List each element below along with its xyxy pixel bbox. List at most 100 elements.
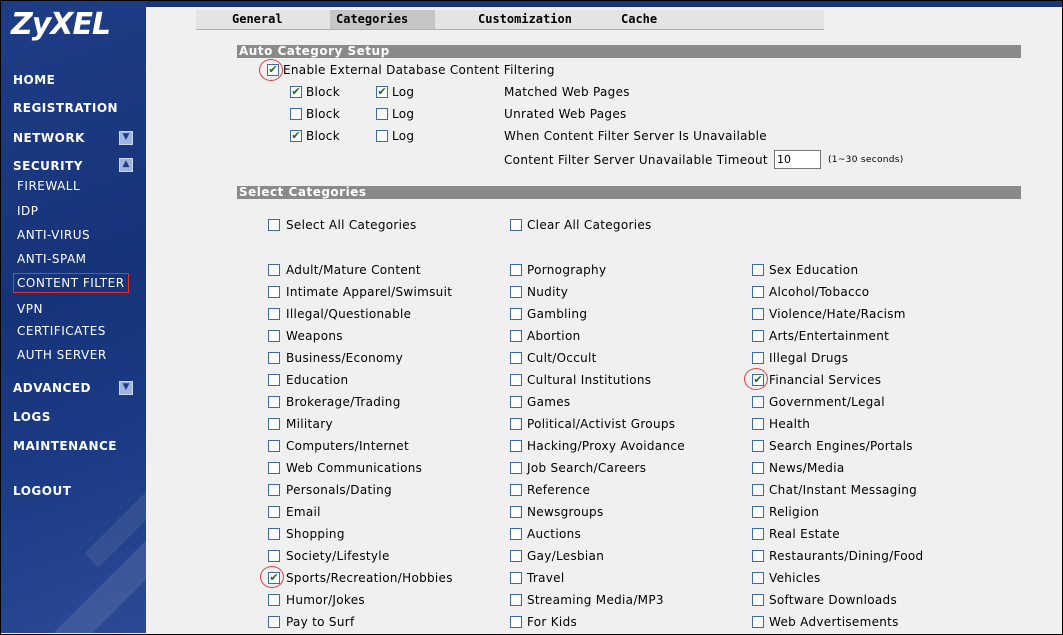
category-label-nudity: Nudity (527, 285, 569, 299)
nav-advanced[interactable]: ADVANCED (13, 381, 91, 395)
category-checkbox-society-lifestyle[interactable] (268, 550, 280, 562)
category-checkbox-search-engines-portals[interactable] (752, 440, 764, 452)
category-checkbox-gambling[interactable] (510, 308, 522, 320)
category-checkbox-cultural-institutions[interactable] (510, 374, 522, 386)
category-checkbox-web-advertisements[interactable] (752, 616, 764, 628)
category-checkbox-news-media[interactable] (752, 462, 764, 474)
nav-certificates[interactable]: CERTIFICATES (17, 324, 106, 338)
category-checkbox-vehicles[interactable] (752, 572, 764, 584)
nav-content-filter[interactable]: CONTENT FILTER (13, 273, 129, 293)
category-label-web-communications: Web Communications (286, 461, 423, 475)
category-checkbox-brokerage-trading[interactable] (268, 396, 280, 408)
category-checkbox-illegal-drugs[interactable] (752, 352, 764, 364)
top-accent-bar (146, 1, 1062, 7)
category-checkbox-adult-mature-content[interactable] (268, 264, 280, 276)
category-checkbox-reference[interactable] (510, 484, 522, 496)
category-checkbox-pornography[interactable] (510, 264, 522, 276)
nav-security[interactable]: SECURITY (13, 159, 83, 173)
nav-home[interactable]: HOME (13, 73, 55, 87)
category-checkbox-newsgroups[interactable] (510, 506, 522, 518)
category-label-pornography: Pornography (527, 263, 607, 277)
category-checkbox-humor-jokes[interactable] (268, 594, 280, 606)
category-checkbox-cult-occult[interactable] (510, 352, 522, 364)
category-checkbox-computers-internet[interactable] (268, 440, 280, 452)
category-label-computers-internet: Computers/Internet (286, 439, 409, 453)
category-checkbox-violence-hate-racism[interactable] (752, 308, 764, 320)
category-checkbox-financial-services[interactable]: ✔ (752, 374, 764, 386)
category-checkbox-political-activist-groups[interactable] (510, 418, 522, 430)
log-unavailable-checkbox[interactable] (376, 130, 388, 142)
nav-logs[interactable]: LOGS (13, 410, 51, 424)
category-checkbox-health[interactable] (752, 418, 764, 430)
category-checkbox-gay-lesbian[interactable] (510, 550, 522, 562)
clear-all-checkbox[interactable] (510, 219, 522, 231)
nav-registration[interactable]: REGISTRATION (13, 101, 118, 115)
category-checkbox-chat-instant-messaging[interactable] (752, 484, 764, 496)
category-checkbox-auctions[interactable] (510, 528, 522, 540)
timeout-hint: (1~30 seconds) (828, 155, 904, 165)
category-checkbox-abortion[interactable] (510, 330, 522, 342)
category-label-news-media: News/Media (769, 461, 845, 475)
collapse-security-icon[interactable]: ▲ (119, 158, 133, 172)
category-checkbox-job-search-careers[interactable] (510, 462, 522, 474)
expand-network-icon[interactable]: ▼ (119, 131, 133, 145)
category-label-government-legal: Government/Legal (769, 395, 885, 409)
tab-categories[interactable]: Categories (330, 10, 435, 29)
category-label-gambling: Gambling (527, 307, 588, 321)
enable-external-db-checkbox[interactable]: ✔ (267, 64, 279, 76)
category-checkbox-education[interactable] (268, 374, 280, 386)
category-label-political-activist-groups: Political/Activist Groups (527, 417, 676, 431)
block-unavailable-checkbox[interactable]: ✔ (290, 130, 302, 142)
nav-anti-spam[interactable]: ANTI-SPAM (17, 252, 87, 266)
select-all-label: Select All Categories (286, 218, 417, 232)
nav-logout[interactable]: LOGOUT (13, 484, 71, 498)
category-checkbox-business-economy[interactable] (268, 352, 280, 364)
category-checkbox-military[interactable] (268, 418, 280, 430)
tab-cache[interactable]: Cache (621, 10, 691, 29)
category-checkbox-weapons[interactable] (268, 330, 280, 342)
expand-advanced-icon[interactable]: ▼ (119, 381, 133, 395)
category-checkbox-shopping[interactable] (268, 528, 280, 540)
category-checkbox-intimate-apparel-swimsuit[interactable] (268, 286, 280, 298)
category-label-humor-jokes: Humor/Jokes (286, 593, 365, 607)
category-checkbox-for-kids[interactable] (510, 616, 522, 628)
category-checkbox-government-legal[interactable] (752, 396, 764, 408)
tab-general[interactable]: General (232, 10, 302, 29)
block-unrated-checkbox[interactable] (290, 108, 302, 120)
category-checkbox-personals-dating[interactable] (268, 484, 280, 496)
category-label-chat-instant-messaging: Chat/Instant Messaging (769, 483, 918, 497)
category-checkbox-streaming-media-mp3[interactable] (510, 594, 522, 606)
nav-firewall[interactable]: FIREWALL (17, 179, 80, 193)
category-checkbox-religion[interactable] (752, 506, 764, 518)
nav-network[interactable]: NETWORK (13, 131, 85, 145)
category-checkbox-arts-entertainment[interactable] (752, 330, 764, 342)
log-unrated-checkbox[interactable] (376, 108, 388, 120)
category-label-violence-hate-racism: Violence/Hate/Racism (769, 307, 906, 321)
category-checkbox-software-downloads[interactable] (752, 594, 764, 606)
nav-vpn[interactable]: VPN (17, 302, 43, 316)
category-checkbox-email[interactable] (268, 506, 280, 518)
category-checkbox-travel[interactable] (510, 572, 522, 584)
category-checkbox-web-communications[interactable] (268, 462, 280, 474)
category-checkbox-real-estate[interactable] (752, 528, 764, 540)
category-checkbox-hacking-proxy-avoidance[interactable] (510, 440, 522, 452)
tab-customization[interactable]: Customization (478, 10, 588, 29)
category-checkbox-illegal-questionable[interactable] (268, 308, 280, 320)
block-label: Block (306, 129, 340, 143)
category-checkbox-pay-to-surf[interactable] (268, 616, 280, 628)
nav-anti-virus[interactable]: ANTI-VIRUS (17, 228, 90, 242)
category-checkbox-nudity[interactable] (510, 286, 522, 298)
category-label-adult-mature-content: Adult/Mature Content (286, 263, 421, 277)
log-matched-checkbox[interactable]: ✔ (376, 86, 388, 98)
category-checkbox-sex-education[interactable] (752, 264, 764, 276)
category-checkbox-restaurants-dining-food[interactable] (752, 550, 764, 562)
category-checkbox-games[interactable] (510, 396, 522, 408)
nav-idp[interactable]: IDP (17, 204, 39, 218)
block-matched-checkbox[interactable]: ✔ (290, 86, 302, 98)
nav-auth-server[interactable]: AUTH SERVER (17, 348, 107, 362)
category-checkbox-alcohol-tobacco[interactable] (752, 286, 764, 298)
select-all-checkbox[interactable] (268, 219, 280, 231)
category-checkbox-sports-recreation-hobbies[interactable]: ✔ (268, 572, 280, 584)
nav-maintenance[interactable]: MAINTENANCE (13, 439, 117, 453)
timeout-input[interactable]: 10 (774, 150, 821, 169)
